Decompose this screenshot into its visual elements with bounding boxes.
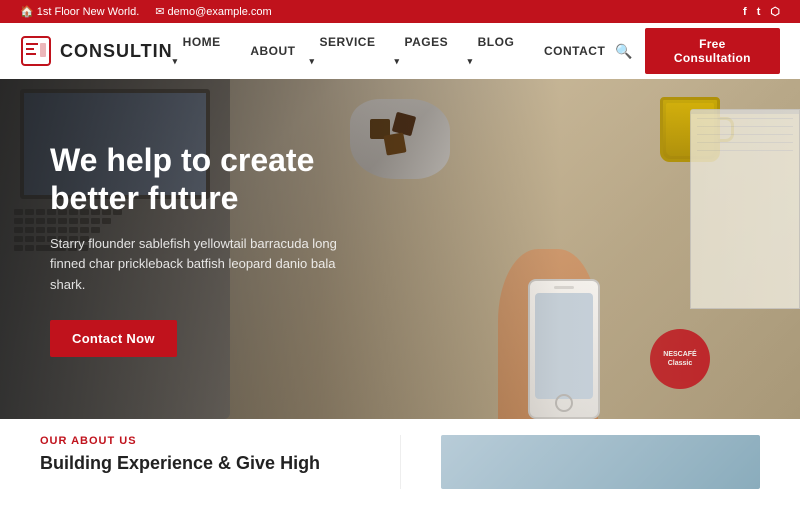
nav-link-service[interactable]: SERVICE (310, 29, 376, 73)
nav-item-contact[interactable]: CONTACT (534, 42, 615, 60)
home-icon: 🏠 (20, 6, 34, 18)
nav-item-service[interactable]: SERVICE (310, 33, 391, 69)
logo-area: CONSULTIN (20, 35, 173, 67)
nav-right: 🔍 Free Consultation (615, 28, 780, 74)
nav-item-blog[interactable]: BLOG (468, 33, 530, 69)
nav-link-about[interactable]: ABOUT (240, 38, 305, 64)
hero-title-line1: We help to create (50, 142, 314, 178)
navbar: CONSULTIN HOME ABOUT SERVICE PAGES BLOG … (0, 23, 800, 79)
address-info: 🏠 1st Floor New World. (20, 5, 139, 18)
nav-links: HOME ABOUT SERVICE PAGES BLOG CONTACT (173, 33, 616, 69)
about-label: OUR ABOUT US (40, 435, 360, 447)
facebook-icon[interactable]: f (743, 6, 747, 18)
hero-section: NESCAFÉClassic We help to create better … (0, 79, 800, 419)
nav-link-home[interactable]: HOME (173, 29, 221, 73)
hero-subtitle: Starry flounder sablefish yellowtail bar… (50, 234, 370, 296)
nav-link-pages[interactable]: PAGES (395, 29, 449, 73)
consultation-button[interactable]: Free Consultation (645, 28, 780, 74)
email-icon: ✉ (155, 6, 164, 18)
about-image-area (441, 435, 761, 489)
address-text: 1st Floor New World. (37, 6, 140, 18)
hero-content: We help to create better future Starry f… (0, 141, 420, 357)
about-title: Building Experience & Give High (40, 453, 360, 474)
logo-icon (20, 35, 52, 67)
twitter-icon[interactable]: t (757, 6, 761, 18)
nav-link-blog[interactable]: BLOG (468, 29, 515, 73)
email-text: demo@example.com (168, 6, 272, 18)
nav-item-about[interactable]: ABOUT (240, 42, 305, 60)
contact-now-button[interactable]: Contact Now (50, 320, 177, 357)
instagram-icon[interactable]: ⬡ (770, 5, 780, 18)
hero-title-line2: better future (50, 180, 238, 216)
top-bar-left: 🏠 1st Floor New World. ✉ demo@example.co… (20, 5, 272, 18)
nav-item-pages[interactable]: PAGES (395, 33, 464, 69)
nav-link-contact[interactable]: CONTACT (534, 38, 615, 64)
top-bar-social: f t ⬡ (743, 5, 780, 18)
search-icon[interactable]: 🔍 (615, 43, 632, 60)
about-image (441, 435, 761, 489)
logo-text: CONSULTIN (60, 41, 173, 62)
top-bar: 🏠 1st Floor New World. ✉ demo@example.co… (0, 0, 800, 23)
about-section: OUR ABOUT US Building Experience & Give … (40, 435, 401, 489)
hero-title: We help to create better future (50, 141, 370, 218)
email-info: ✉ demo@example.com (155, 5, 271, 18)
bottom-section: OUR ABOUT US Building Experience & Give … (0, 419, 800, 505)
nav-item-home[interactable]: HOME (173, 33, 237, 69)
